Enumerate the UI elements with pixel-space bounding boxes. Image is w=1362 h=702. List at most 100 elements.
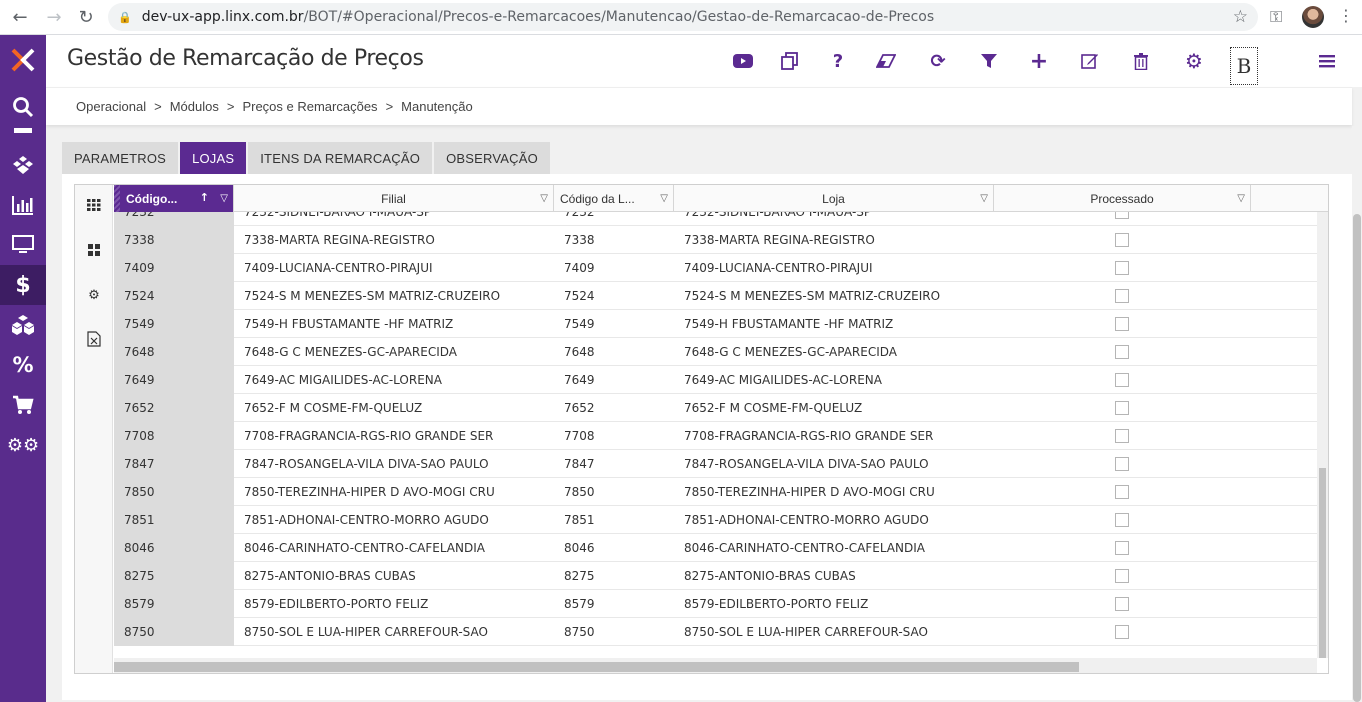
cell-loja: 8275-ANTONIO-BRAS CUBAS: [684, 569, 856, 583]
tab-lojas[interactable]: LOJAS: [180, 142, 247, 174]
chart-icon[interactable]: [0, 185, 46, 225]
processado-checkbox[interactable]: [1115, 317, 1129, 331]
edit-icon[interactable]: [1077, 48, 1103, 74]
filter-icon[interactable]: ▽: [980, 193, 988, 204]
profile-avatar[interactable]: [1302, 6, 1324, 28]
table-row[interactable]: 7524 7524-S M MENEZES-SM MATRIZ-CRUZEIRO 7…: [114, 282, 1317, 310]
column-header-codigo-loja[interactable]: Código da L... ▽: [554, 185, 674, 212]
processado-checkbox[interactable]: [1115, 233, 1129, 247]
table-row[interactable]: 7409 7409-LUCIANA-CENTRO-PIRAJUI 7409 7409-…: [114, 254, 1317, 282]
forward-icon[interactable]: →: [40, 3, 68, 31]
processado-checkbox[interactable]: [1115, 625, 1129, 639]
table-row[interactable]: 8275 8275-ANTONIO-BRAS CUBAS 8275 8275-ANTO…: [114, 562, 1317, 590]
search-icon[interactable]: [0, 87, 46, 127]
scroll-thumb[interactable]: [114, 662, 1079, 672]
page-scrollbar[interactable]: [1352, 126, 1362, 702]
settings-gears-icon[interactable]: ⚙⚙: [0, 425, 46, 465]
scroll-thumb[interactable]: [1319, 468, 1326, 658]
dollar-icon[interactable]: $: [0, 265, 46, 305]
columns-grid-icon[interactable]: [84, 195, 104, 215]
cart-icon[interactable]: [0, 385, 46, 425]
linx-logo-icon[interactable]: [10, 47, 36, 73]
filter-icon[interactable]: ▽: [660, 193, 668, 204]
tab-itens-remarcacao[interactable]: ITENS DA REMARCAÇÃO: [248, 142, 433, 174]
processado-checkbox[interactable]: [1115, 485, 1129, 499]
breadcrumb-item-precos[interactable]: Preços e Remarcações: [242, 99, 377, 114]
copy-icon[interactable]: [777, 48, 803, 74]
tab-parametros[interactable]: PARAMETROS: [62, 142, 179, 174]
column-header-codigo[interactable]: Código... ↑ ▽: [114, 185, 234, 212]
percent-icon[interactable]: %: [0, 345, 46, 385]
processado-checkbox[interactable]: [1115, 513, 1129, 527]
cubes-icon[interactable]: [0, 305, 46, 345]
processado-checkbox[interactable]: [1115, 597, 1129, 611]
layout-icon[interactable]: [84, 240, 104, 260]
filter-icon[interactable]: ▽: [220, 193, 228, 204]
table-row[interactable]: 7648 7648-G C MENEZES-GC-APARECIDA 7648 764…: [114, 338, 1317, 366]
processado-checkbox[interactable]: [1115, 373, 1129, 387]
processado-checkbox[interactable]: [1115, 401, 1129, 415]
grid-vertical-scrollbar[interactable]: [1317, 212, 1328, 658]
cell-codigo-loja: 7649: [564, 373, 595, 387]
processado-checkbox[interactable]: [1115, 212, 1129, 219]
help-icon[interactable]: ?: [825, 48, 851, 74]
scroll-thumb[interactable]: [1353, 214, 1361, 702]
address-bar[interactable]: 🔒 dev-ux-app.linx.com.br/BOT/#Operaciona…: [108, 3, 1258, 31]
breadcrumb-item-operacional[interactable]: Operacional: [76, 99, 146, 114]
processado-checkbox[interactable]: [1115, 429, 1129, 443]
browser-menu-icon[interactable]: ⋮: [1338, 6, 1354, 25]
reload-icon[interactable]: ↻: [72, 3, 100, 31]
filter-icon[interactable]: [976, 48, 1002, 74]
bookmark-star-icon[interactable]: ☆: [1233, 7, 1248, 27]
column-header-processado[interactable]: Processado ▽: [994, 185, 1251, 212]
filter-icon[interactable]: ▽: [1237, 193, 1245, 204]
table-row[interactable]: 8750 8750-SOL E LUA-HIPER CARREFOUR-SAO 87…: [114, 618, 1317, 646]
table-row[interactable]: 8046 8046-CARINHATO-CENTRO-CAFELANDIA 8046…: [114, 534, 1317, 562]
cell-processado: [994, 366, 1250, 394]
table-row[interactable]: 7338 7338-MARTA REGINA-REGISTRO 7338 7338-M…: [114, 226, 1317, 254]
column-header-filial[interactable]: Filial ▽: [234, 185, 554, 212]
drag-handle[interactable]: [114, 185, 120, 212]
table-row[interactable]: 7850 7850-TEREZINHA-HIPER D AVO-MOGI CRU 7…: [114, 478, 1317, 506]
table-row[interactable]: 8579 8579-EDILBERTO-PORTO FELIZ 8579 8579-E…: [114, 590, 1317, 618]
table-row[interactable]: 7847 7847-ROSANGELA-VILA DIVA-SAO PAULO 78…: [114, 450, 1317, 478]
refresh-icon[interactable]: ⟳: [925, 48, 951, 74]
processado-checkbox[interactable]: [1115, 569, 1129, 583]
cell-codigo: 7851: [114, 506, 234, 534]
table-row[interactable]: 7549 7549-H FBUSTAMANTE -HF MATRIZ 7549 754…: [114, 310, 1317, 338]
hamburger-menu-icon[interactable]: [1314, 48, 1340, 74]
add-icon[interactable]: +: [1026, 48, 1052, 74]
cell-processado: [994, 450, 1250, 478]
column-header-loja[interactable]: Loja ▽: [674, 185, 994, 212]
processado-checkbox[interactable]: [1115, 289, 1129, 303]
table-row[interactable]: 7851 7851-ADHONAI-CENTRO-MORRO AGUDO 7851 7…: [114, 506, 1317, 534]
processado-checkbox[interactable]: [1115, 541, 1129, 555]
breadcrumb-item-manutencao[interactable]: Manutenção: [401, 99, 473, 114]
grid-horizontal-scrollbar[interactable]: [114, 658, 1317, 673]
cell-codigo-loja: 7549: [564, 317, 595, 331]
key-icon[interactable]: ⚿: [1270, 7, 1282, 27]
gear-icon[interactable]: ⚙: [1181, 48, 1207, 74]
filter-icon[interactable]: ▽: [540, 193, 548, 204]
cell-loja: 7708-FRAGRANCIA-RGS-RIO GRANDE SER: [684, 429, 934, 443]
briefcase-icon[interactable]: [0, 123, 46, 137]
back-icon[interactable]: ←: [6, 3, 34, 31]
boxes-icon[interactable]: [0, 145, 46, 185]
excel-export-icon[interactable]: [84, 329, 104, 349]
breadcrumb-item-modulos[interactable]: Módulos: [170, 99, 219, 114]
table-row[interactable]: 7652 7652-F M COSME-FM-QUELUZ 7652 7652-F M…: [114, 394, 1317, 422]
youtube-icon[interactable]: [730, 48, 756, 74]
processado-checkbox[interactable]: [1115, 261, 1129, 275]
processado-checkbox[interactable]: [1115, 345, 1129, 359]
monitor-icon[interactable]: [0, 225, 46, 265]
table-row[interactable]: 7649 7649-AC MIGAILIDES-AC-LORENA 7649 7649…: [114, 366, 1317, 394]
tab-observacao[interactable]: OBSERVAÇÃO: [434, 142, 550, 174]
b-extension-button[interactable]: B: [1230, 47, 1258, 85]
eraser-icon[interactable]: [873, 48, 899, 74]
trash-icon[interactable]: [1128, 48, 1154, 74]
cogs-icon[interactable]: ⚙: [84, 285, 104, 305]
table-row[interactable]: 7232 7232-SIDNEI-BARAO I-MAUA-SP 7232 7232-…: [114, 212, 1317, 226]
table-row[interactable]: 7708 7708-FRAGRANCIA-RGS-RIO GRANDE SER 77…: [114, 422, 1317, 450]
sort-asc-icon[interactable]: ↑: [200, 191, 209, 204]
processado-checkbox[interactable]: [1115, 457, 1129, 471]
